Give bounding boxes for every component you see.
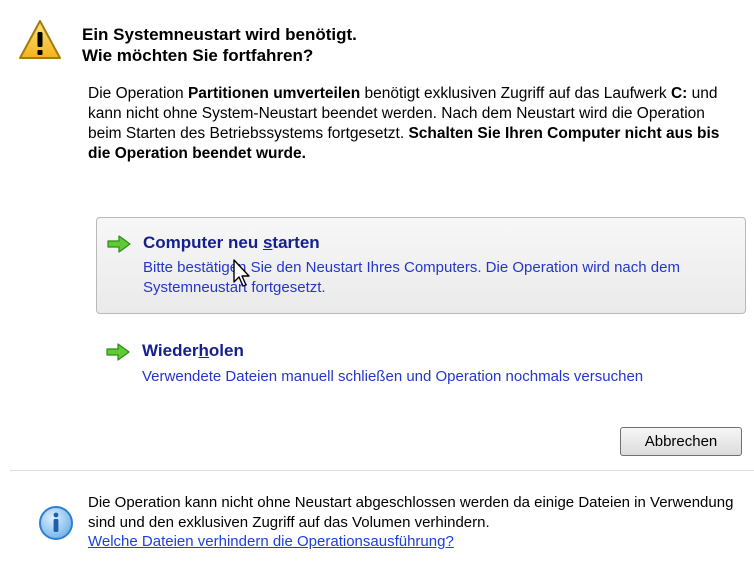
- blocking-files-link[interactable]: Welche Dateien verhindern die Operations…: [88, 533, 454, 550]
- access-key: h: [198, 341, 209, 360]
- drive-letter: C:: [670, 85, 688, 102]
- title-line-2: Wie möchten Sie fortfahren?: [82, 46, 314, 65]
- info-icon: [39, 506, 73, 540]
- title-text: Wieder: [142, 341, 199, 360]
- green-arrow-icon: [106, 343, 130, 361]
- title-text: olen: [208, 341, 244, 360]
- retry-option-title: Wiederholen: [142, 341, 244, 361]
- retry-option[interactable]: Wiederholen Verwendete Dateien manuell s…: [96, 335, 746, 395]
- divider: [10, 470, 754, 471]
- restart-computer-option[interactable]: Computer neu starten Bitte bestätigen Si…: [96, 217, 746, 314]
- retry-option-description: Verwendete Dateien manuell schließen und…: [142, 368, 644, 385]
- description: Die Operation Partitionen umverteilen be…: [88, 84, 728, 164]
- restart-option-title: Computer neu starten: [143, 233, 320, 253]
- title-text: tarten: [272, 233, 320, 252]
- access-key: s: [262, 233, 273, 252]
- green-arrow-icon: [107, 235, 131, 253]
- desc-part-2: benötigt exklusiven Zugriff auf das Lauf…: [360, 85, 671, 102]
- footer-text: Die Operation kann nicht ohne Neustart a…: [88, 494, 734, 531]
- cancel-button[interactable]: Abbrechen: [620, 427, 742, 456]
- warning-triangle-icon: [19, 20, 61, 59]
- title-text: Computer neu: [143, 233, 263, 252]
- mouse-pointer-icon: [233, 259, 250, 287]
- title-line-1: Ein Systemneustart wird benötigt.: [82, 25, 357, 44]
- desc-part-1: Die Operation: [88, 85, 188, 102]
- dialog-title: Ein Systemneustart wird benötigt. Wie mö…: [82, 24, 357, 66]
- operation-name: Partitionen umverteilen: [187, 85, 361, 102]
